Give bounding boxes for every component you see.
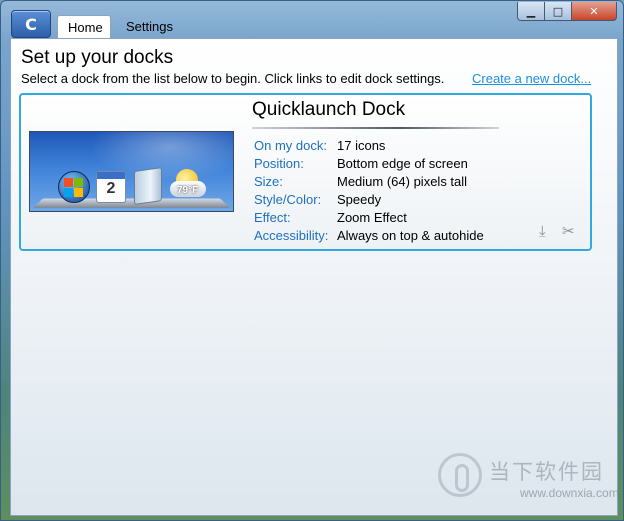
position-value: Bottom edge of screen [337,156,468,171]
remove-tools-icon[interactable]: ✂ [562,222,575,240]
app-menu-icon[interactable]: C [11,10,51,38]
page-subtitle: Select a dock from the list below to beg… [21,71,445,86]
weather-icon: 79°F [170,169,208,203]
style-color-value: Speedy [337,192,382,207]
tab-settings[interactable]: Settings [116,15,186,39]
windows-start-icon [58,171,90,203]
documents-icon [134,167,162,205]
dock-properties: On my dock: 17 icons Position: Bottom ed… [254,137,484,245]
on-my-dock-link[interactable]: On my dock: [254,137,337,155]
effect-value: Zoom Effect [337,210,407,225]
accessibility-value: Always on top & autohide [337,228,484,243]
maximize-icon: □ [552,4,564,18]
on-my-dock-value: 17 icons [337,138,386,153]
calendar-day: 2 [106,180,116,197]
calendar-icon: 2 [96,171,126,203]
dock-preview-image: 2 79°F [29,131,234,212]
accessibility-link[interactable]: Accessibility: [254,227,337,245]
position-link[interactable]: Position: [254,155,337,173]
size-value: Medium (64) pixels tall [337,174,468,189]
tab-home[interactable]: Home [57,15,111,39]
effect-link[interactable]: Effect: [254,209,337,227]
minimize-icon: ▁ [526,4,536,18]
prop-row-accessibility: Accessibility: Always on top & autohide [254,227,484,245]
maximize-button[interactable]: □ [545,2,572,21]
create-new-dock-link[interactable]: Create a new dock... [472,71,591,86]
dock-name: Quicklaunch Dock [252,99,406,120]
prop-row-position: Position: Bottom edge of screen [254,155,484,173]
minimize-button[interactable]: ▁ [517,2,545,21]
download-arrow-icon[interactable]: ⤓ [539,222,546,240]
size-link[interactable]: Size: [254,173,337,191]
prop-row-effect: Effect: Zoom Effect [254,209,484,227]
close-button[interactable]: ✕ [572,2,617,21]
close-icon: ✕ [589,4,599,18]
window-controls: ▁ □ ✕ [517,2,617,21]
watermark-url: www.downxia.com [520,486,619,500]
dock-card[interactable]: 2 79°F Quicklaunch Dock On my dock: 17 i… [19,93,592,251]
prop-row-size: Size: Medium (64) pixels tall [254,173,484,191]
prop-row-style-color: Style/Color: Speedy [254,191,484,209]
watermark-logo-icon [438,453,482,497]
page-title: Set up your docks [21,47,174,68]
weather-temperature: 79°F [177,185,199,196]
dock-name-divider [252,127,499,129]
client-area: Set up your docks Select a dock from the… [10,38,618,516]
style-color-link[interactable]: Style/Color: [254,191,337,209]
prop-row-on-my-dock: On my dock: 17 icons [254,137,484,155]
app-window: C Home Settings ▁ □ ✕ Set up your docks … [0,0,624,521]
watermark-site-name: 当下软件园 [489,460,604,484]
